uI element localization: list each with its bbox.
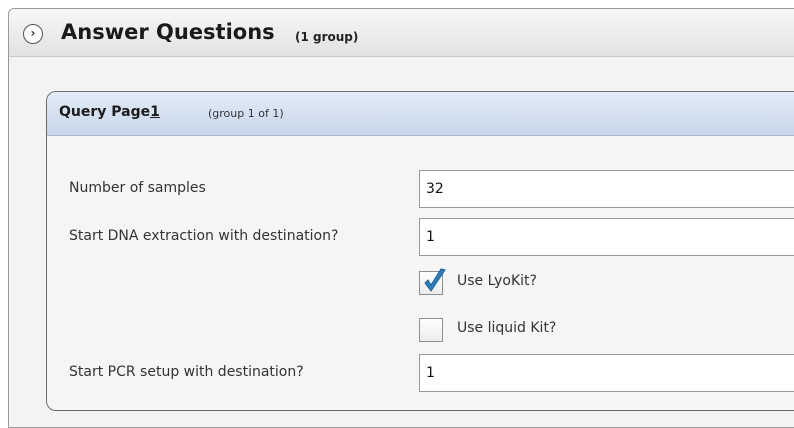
query-page-panel: Query Page1 (group 1 of 1) Number of sam…: [46, 91, 794, 411]
chevron-right-icon[interactable]: ›: [23, 24, 43, 44]
query-page-title-accelerator: 1: [150, 104, 160, 120]
query-page-group-info: (group 1 of 1): [208, 107, 284, 120]
use-lyokit-checkbox[interactable]: [419, 268, 446, 295]
query-page-title: Query Page1: [59, 104, 160, 120]
pcr-setup-destination-label: Start PCR setup with destination?: [69, 364, 304, 380]
dna-extraction-destination-field[interactable]: 1: [419, 218, 794, 256]
section-header: › Answer Questions (1 group): [9, 9, 794, 57]
checkmark-icon: [424, 268, 446, 292]
dna-extraction-destination-label: Start DNA extraction with destination?: [69, 228, 339, 244]
use-liquid-kit-label: Use liquid Kit?: [457, 320, 557, 336]
use-lyokit-label: Use LyoKit?: [457, 273, 537, 289]
section-group-count: (1 group): [295, 30, 359, 44]
section-title: Answer Questions: [61, 20, 275, 44]
use-liquid-kit-checkbox[interactable]: [419, 318, 443, 342]
number-of-samples-field[interactable]: 32: [419, 170, 794, 208]
number-of-samples-label: Number of samples: [69, 180, 206, 196]
answer-questions-window: › Answer Questions (1 group) Query Page1…: [8, 8, 794, 428]
query-page-header: Query Page1 (group 1 of 1): [47, 92, 794, 136]
pcr-setup-destination-field[interactable]: 1: [419, 354, 794, 392]
query-page-title-text: Query Page: [59, 104, 151, 120]
